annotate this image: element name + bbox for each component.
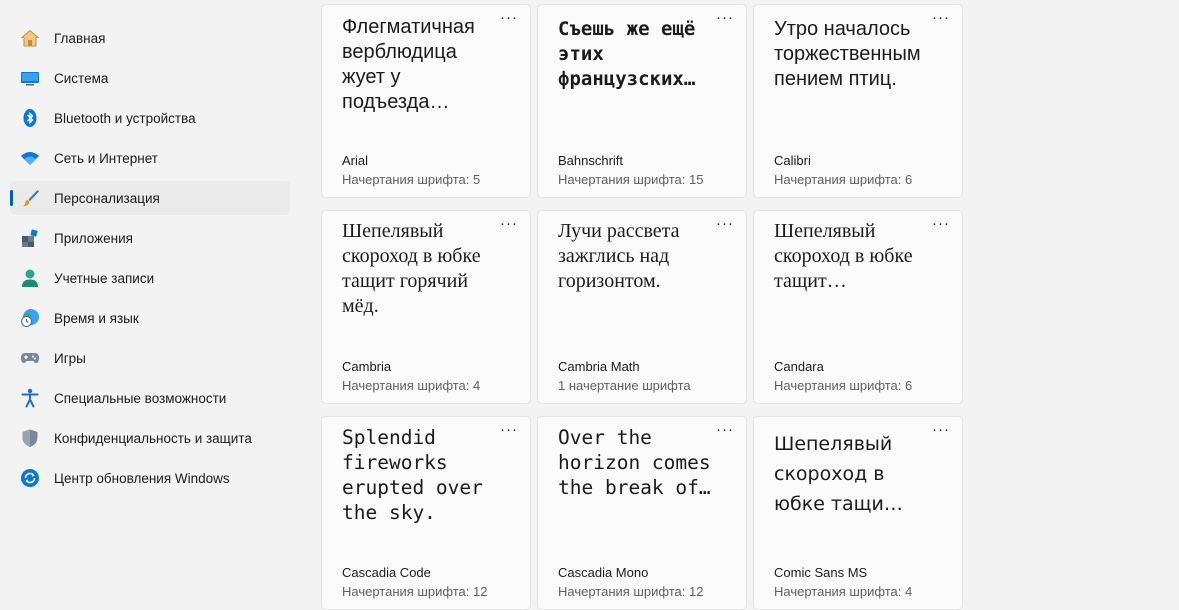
font-sample: Over the horizon comes the break of… xyxy=(558,426,711,499)
font-styles-count: Начертания шрифта: 4 xyxy=(774,584,913,599)
account-icon xyxy=(20,268,40,288)
nav-item-system[interactable]: Система xyxy=(10,61,290,95)
brush-icon xyxy=(20,188,40,208)
nav-label: Центр обновления Windows xyxy=(54,470,230,486)
nav-item-gaming[interactable]: Игры xyxy=(10,341,290,375)
nav-item-apps[interactable]: Приложения xyxy=(10,221,290,255)
wifi-icon xyxy=(20,148,40,168)
shield-icon xyxy=(20,428,40,448)
more-options-icon[interactable]: ··· xyxy=(714,10,736,29)
nav-item-home[interactable]: Главная xyxy=(10,21,290,55)
font-styles-count: Начертания шрифта: 5 xyxy=(342,172,481,187)
font-styles-count: Начертания шрифта: 12 xyxy=(558,584,704,599)
nav-item-network[interactable]: Сеть и Интернет xyxy=(10,141,290,175)
globe-clock-icon xyxy=(20,308,40,328)
font-card-arial[interactable]: Флегматичная верблюдица жует у подъезда…… xyxy=(321,4,531,198)
font-card-comic-sans[interactable]: Шепелявый скороход в юбке тащи… ··· Comi… xyxy=(753,416,963,610)
font-card-bahnschrift[interactable]: Съешь же ещё этих французских… ··· Bahns… xyxy=(537,4,747,198)
font-sample: Съешь же ещё этих французских… xyxy=(558,18,696,90)
more-options-icon[interactable]: ··· xyxy=(498,422,520,441)
more-options-icon[interactable]: ··· xyxy=(714,216,736,235)
apps-icon xyxy=(20,228,40,248)
font-name: Bahnschrift xyxy=(558,153,624,168)
font-card-calibri[interactable]: Утро началось торжественным пением птиц.… xyxy=(753,4,963,198)
font-styles-count: 1 начертание шрифта xyxy=(558,378,691,393)
font-name: Calibri xyxy=(774,153,811,168)
nav-label: Специальные возможности xyxy=(54,390,227,406)
font-name: Cascadia Mono xyxy=(558,565,649,580)
nav-label: Конфиденциальность и защита xyxy=(54,430,252,446)
monitor-icon xyxy=(20,68,40,88)
more-options-icon[interactable]: ··· xyxy=(930,422,952,441)
font-name: Cambria Math xyxy=(558,359,640,374)
nav-item-accounts[interactable]: Учетные записи xyxy=(10,261,290,295)
nav-label: Учетные записи xyxy=(54,270,155,286)
font-name: Comic Sans MS xyxy=(774,565,868,580)
font-sample: Шепелявый скороход в юбке тащит горячий … xyxy=(342,220,481,317)
nav-item-privacy[interactable]: Конфиденциальность и защита xyxy=(10,421,290,455)
font-card-cambria[interactable]: Шепелявый скороход в юбке тащит горячий … xyxy=(321,210,531,404)
font-name: Cambria xyxy=(342,359,392,374)
font-styles-count: Начертания шрифта: 6 xyxy=(774,172,913,187)
font-sample: Шепелявый скороход в юбке тащи… xyxy=(774,433,903,515)
nav-label: Сеть и Интернет xyxy=(54,150,158,166)
accessibility-icon xyxy=(20,388,40,408)
font-styles-count: Начертания шрифта: 12 xyxy=(342,584,488,599)
nav-item-time-language[interactable]: Время и язык xyxy=(10,301,290,335)
more-options-icon[interactable]: ··· xyxy=(714,422,736,441)
nav-item-bluetooth[interactable]: Bluetooth и устройства xyxy=(10,101,290,135)
font-sample: Splendid fireworks erupted over the sky. xyxy=(342,426,483,524)
font-name: Cascadia Code xyxy=(342,565,431,580)
home-icon xyxy=(20,28,40,48)
nav-label: Система xyxy=(54,70,109,86)
nav-item-accessibility[interactable]: Специальные возможности xyxy=(10,381,290,415)
font-sample: Утро началось торжественным пением птиц. xyxy=(774,18,921,90)
update-icon xyxy=(20,468,40,488)
nav-label: Приложения xyxy=(54,230,133,246)
nav-label: Игры xyxy=(54,350,86,366)
font-name: Candara xyxy=(774,359,824,374)
more-options-icon[interactable]: ··· xyxy=(498,10,520,29)
bluetooth-icon xyxy=(20,108,40,128)
font-sample: Лучи рассвета зажглись над горизонтом. xyxy=(558,220,680,292)
nav-item-personalization[interactable]: Персонализация xyxy=(10,181,290,215)
font-styles-count: Начертания шрифта: 15 xyxy=(558,172,704,187)
more-options-icon[interactable]: ··· xyxy=(930,10,952,29)
settings-sidebar: Главная Система Bluetooth и устройства С… xyxy=(0,0,300,607)
nav-label: Bluetooth и устройства xyxy=(54,110,196,126)
font-sample: Флегматичная верблюдица жует у подъезда… xyxy=(342,16,475,113)
font-name: Arial xyxy=(342,153,369,168)
nav-label: Персонализация xyxy=(54,190,160,206)
nav-label: Время и язык xyxy=(54,310,139,326)
selection-indicator xyxy=(10,190,13,206)
font-card-cascadia-code[interactable]: Splendid fireworks erupted over the sky.… xyxy=(321,416,531,610)
font-card-candara[interactable]: Шепелявый скороход в юбке тащит… ··· Can… xyxy=(753,210,963,404)
gamepad-icon xyxy=(20,348,40,368)
font-card-cambria-math[interactable]: Лучи рассвета зажглись над горизонтом. ·… xyxy=(537,210,747,404)
font-card-cascadia-mono[interactable]: Over the horizon comes the break of… ···… xyxy=(537,416,747,610)
font-styles-count: Начертания шрифта: 4 xyxy=(342,378,481,393)
more-options-icon[interactable]: ··· xyxy=(930,216,952,235)
more-options-icon[interactable]: ··· xyxy=(498,216,520,235)
font-styles-count: Начертания шрифта: 6 xyxy=(774,378,913,393)
font-sample: Шепелявый скороход в юбке тащит… xyxy=(774,220,913,292)
nav-item-windows-update[interactable]: Центр обновления Windows xyxy=(10,461,290,495)
nav-label: Главная xyxy=(54,30,106,46)
